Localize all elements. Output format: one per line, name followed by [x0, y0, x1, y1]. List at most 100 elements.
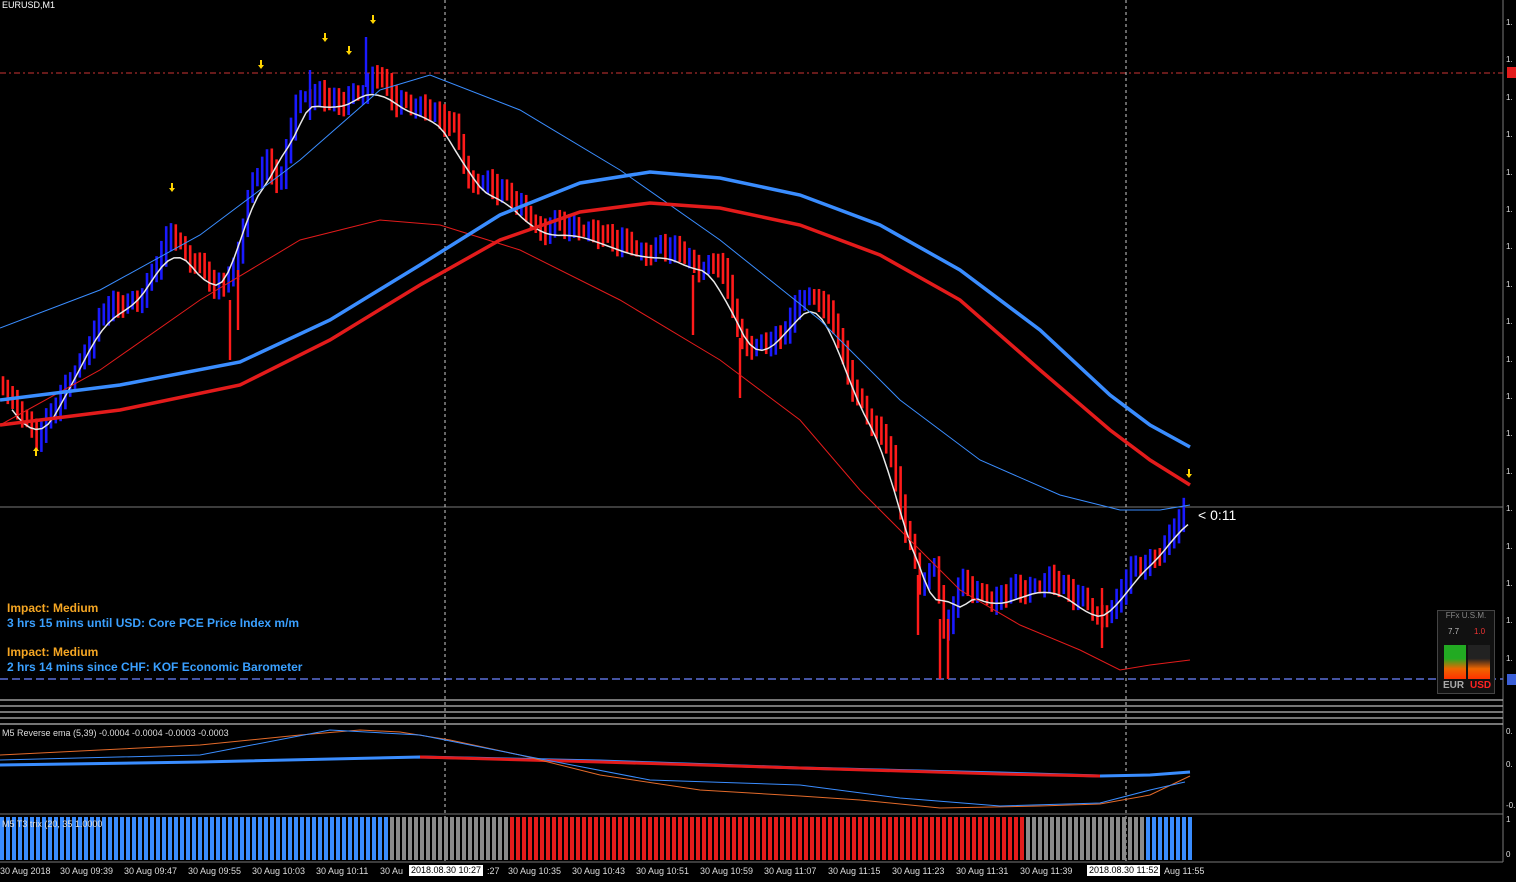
t3-trix-bar	[318, 817, 322, 860]
t3-trix-bar	[150, 817, 154, 860]
t3-trix-bar	[306, 817, 310, 860]
t3-trix-bar	[588, 817, 592, 860]
price-axis-tick: 1.	[1506, 130, 1513, 140]
t3-trix-bar	[942, 817, 946, 860]
t3-trix-bar	[1062, 817, 1066, 860]
price-chart[interactable]	[0, 0, 1516, 882]
t3-trix-bar	[924, 817, 928, 860]
t3-trix-bar	[210, 817, 214, 860]
t3-trix-bar	[546, 817, 550, 860]
t3-trix-bar	[990, 817, 994, 860]
t3-trix-bar	[444, 817, 448, 860]
t3-trix-bar	[288, 817, 292, 860]
indicator-axis-tick: 1	[1506, 815, 1511, 824]
t3-trix-bar	[612, 817, 616, 860]
t3-trix-bar	[228, 817, 232, 860]
price-axis-tick: 1.	[1506, 55, 1513, 65]
t3-trix-bar	[1056, 817, 1060, 860]
t3-trix-bar	[342, 817, 346, 860]
t3-trix-bar	[930, 817, 934, 860]
ask-price-tag	[1507, 67, 1516, 78]
t3-trix-bar	[852, 817, 856, 860]
t3-trix-bar	[582, 817, 586, 860]
t3-trix-bar	[720, 817, 724, 860]
t3-trix-bar	[1074, 817, 1078, 860]
t3-trix-bar	[282, 817, 286, 860]
t3-trix-bar	[1152, 817, 1156, 860]
t3-trix-bar	[216, 817, 220, 860]
t3-trix-bar	[480, 817, 484, 860]
t3-trix-bar	[276, 817, 280, 860]
t3-trix-bar	[840, 817, 844, 860]
t3-trix-bar	[204, 817, 208, 860]
time-axis-label: Aug 11:55	[1164, 866, 1205, 876]
news-event-2: 2 hrs 14 mins since CHF: KOF Economic Ba…	[7, 660, 303, 674]
t3-trix-bar	[654, 817, 658, 860]
price-axis-tick: 1.	[1506, 205, 1513, 214]
t3-trix-bar	[300, 817, 304, 860]
t3-trix-bar	[870, 817, 874, 860]
t3-trix-bar	[1068, 817, 1072, 860]
time-axis-label: 30 Aug 09:39	[60, 866, 114, 876]
t3-trix-bar	[888, 817, 892, 860]
t3-trix-bar	[120, 817, 124, 860]
news-event-1: 3 hrs 15 mins until USD: Core PCE Price …	[7, 616, 300, 630]
t3-trix-bar	[624, 817, 628, 860]
t3-trix-bar	[816, 817, 820, 860]
time-axis-label: 30 Aug 10:43	[572, 866, 626, 876]
t3-trix-bar	[858, 817, 862, 860]
t3-trix-bar	[240, 817, 244, 860]
thin-blue-ma	[0, 74, 1191, 511]
t3-trix-bar	[420, 817, 424, 860]
t3-trix-bar	[966, 817, 970, 860]
t3-trix-bar	[384, 817, 388, 860]
t3-trix-bar	[486, 817, 490, 860]
bottom-price-tag	[1507, 674, 1516, 685]
t3-trix-bar	[270, 817, 274, 860]
t3-trix-bar	[642, 817, 646, 860]
ffx-title: FFx U.S.M.	[1445, 611, 1487, 620]
t3-trix-bar	[1140, 817, 1144, 860]
down-arrow-icon	[169, 183, 175, 192]
t3-trix-bar	[264, 817, 268, 860]
t3-trix-bar	[696, 817, 700, 860]
ffx-currency-eur: EUR	[1443, 680, 1465, 691]
t3-trix-bar	[660, 817, 664, 860]
t3-trix-bar	[198, 817, 202, 860]
news-impact-1: Impact: Medium	[7, 601, 99, 615]
t3-trix-bar	[498, 817, 502, 860]
t3-trix-bar	[1170, 817, 1174, 860]
t3-trix-bar	[708, 817, 712, 860]
thick-blue-ma	[0, 170, 1191, 449]
t3-trix-bar	[1128, 817, 1132, 860]
t3-trix-bar	[114, 817, 118, 860]
t3-trix-bar	[468, 817, 472, 860]
t3-trix-bar	[180, 817, 184, 860]
ffx-currency-usd: USD	[1470, 680, 1492, 691]
t3-trix-bar	[1092, 817, 1096, 860]
t3-trix-bar	[1014, 817, 1018, 860]
t3-trix-bar	[1176, 817, 1180, 860]
t3-trix-bar	[1104, 817, 1108, 860]
t3-trix-bar	[648, 817, 652, 860]
t3-trix-bar	[738, 817, 742, 860]
t3-trix-bar	[948, 817, 952, 860]
t3-trix-bar	[126, 817, 130, 860]
indicator-axis-tick: 0	[1506, 850, 1511, 859]
ffx-strength-panel[interactable]: FFx U.S.M. 7.7 1.0 EUR USD	[1437, 610, 1495, 694]
t3-trix-bar	[1158, 817, 1162, 860]
down-arrow-icon	[322, 33, 328, 42]
t3-trix-bar	[672, 817, 676, 860]
t3-trix-bar	[804, 817, 808, 860]
t3-trix-bar	[894, 817, 898, 860]
t3-trix-bar	[918, 817, 922, 860]
price-axis-tick: 1.	[1506, 579, 1513, 588]
price-axis-tick: 1.	[1506, 317, 1513, 327]
t3-trix-bar	[456, 817, 460, 860]
ffx-bar-usd	[1468, 645, 1490, 679]
t3-trix-bar	[402, 817, 406, 860]
symbol-label: EURUSD,M1	[2, 0, 56, 10]
t3-trix-bar	[792, 817, 796, 860]
t3-trix-bar	[348, 817, 352, 860]
crosshair-time-tag-2: 2018.08.30 11:52	[1087, 865, 1161, 876]
